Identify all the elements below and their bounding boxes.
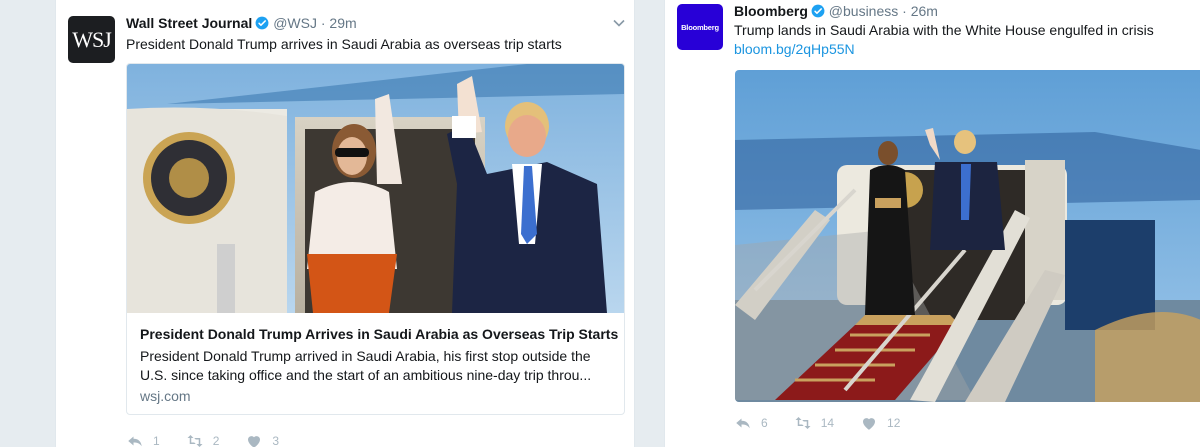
avatar-text: Bloomberg [681, 22, 719, 32]
verified-badge-icon [811, 4, 825, 18]
separator-dot: · [320, 15, 326, 31]
card-description: President Donald Trump arrived in Saudi … [140, 348, 592, 383]
reply-count: 1 [153, 434, 160, 447]
heart-icon [863, 418, 876, 430]
like-button[interactable]: 12 [860, 414, 900, 432]
author-handle[interactable]: @WSJ [273, 15, 317, 31]
retweet-icon [795, 417, 811, 429]
retweet-button[interactable]: 14 [794, 414, 834, 432]
tweet-link[interactable]: bloom.bg/2qHp55N [734, 40, 855, 58]
reply-button[interactable]: 1 [126, 432, 160, 447]
tweet-actions: 1 2 3 [126, 432, 305, 447]
tweet-text: President Donald Trump arrives in Saudi … [126, 36, 562, 52]
reply-icon [736, 418, 750, 429]
timestamp[interactable]: 26m [911, 3, 938, 19]
retweet-count: 14 [820, 416, 835, 430]
tweet-wsj[interactable]: WSJ Wall Street Journal @WSJ · 29m Presi… [55, 0, 635, 447]
author-name[interactable]: Wall Street Journal [126, 15, 252, 31]
reply-count: 6 [761, 416, 768, 430]
avatar-text: WSJ [72, 26, 112, 52]
like-count: 12 [887, 416, 901, 430]
link-card[interactable]: President Donald Trump Arrives in Saudi … [126, 63, 625, 415]
tweet-header: Wall Street Journal @WSJ · 29m [126, 14, 357, 32]
like-button[interactable]: 3 [245, 432, 279, 447]
bloomberg-avatar[interactable]: Bloomberg [677, 4, 723, 50]
retweet-count: 2 [212, 434, 220, 447]
card-domain: wsj.com [140, 388, 191, 404]
tweet-actions: 6 14 12 [734, 414, 926, 432]
tweet-bloomberg[interactable]: Bloomberg Bloomberg @business · 26m Trum… [664, 0, 1200, 447]
card-photo [127, 64, 624, 313]
reply-icon [128, 436, 142, 447]
verified-badge-icon [255, 16, 269, 30]
tweet-text: Trump lands in Saudi Arabia with the Whi… [734, 22, 1154, 38]
separator-dot: · [902, 3, 907, 19]
reply-button[interactable]: 6 [734, 414, 768, 432]
tweet-photo[interactable] [735, 70, 1200, 402]
card-title: President Donald Trump Arrives in Saudi … [140, 326, 619, 342]
author-name[interactable]: Bloomberg [734, 3, 808, 19]
retweet-icon [187, 435, 203, 447]
author-handle[interactable]: @business [829, 3, 898, 19]
heart-icon [248, 436, 261, 447]
tweet-header: Bloomberg @business · 26m [734, 2, 938, 20]
chevron-down-icon[interactable] [612, 16, 626, 30]
wsj-avatar[interactable]: WSJ [68, 16, 115, 63]
retweet-button[interactable]: 2 [186, 432, 220, 447]
timestamp[interactable]: 29m [329, 15, 356, 31]
like-count: 3 [272, 434, 280, 447]
